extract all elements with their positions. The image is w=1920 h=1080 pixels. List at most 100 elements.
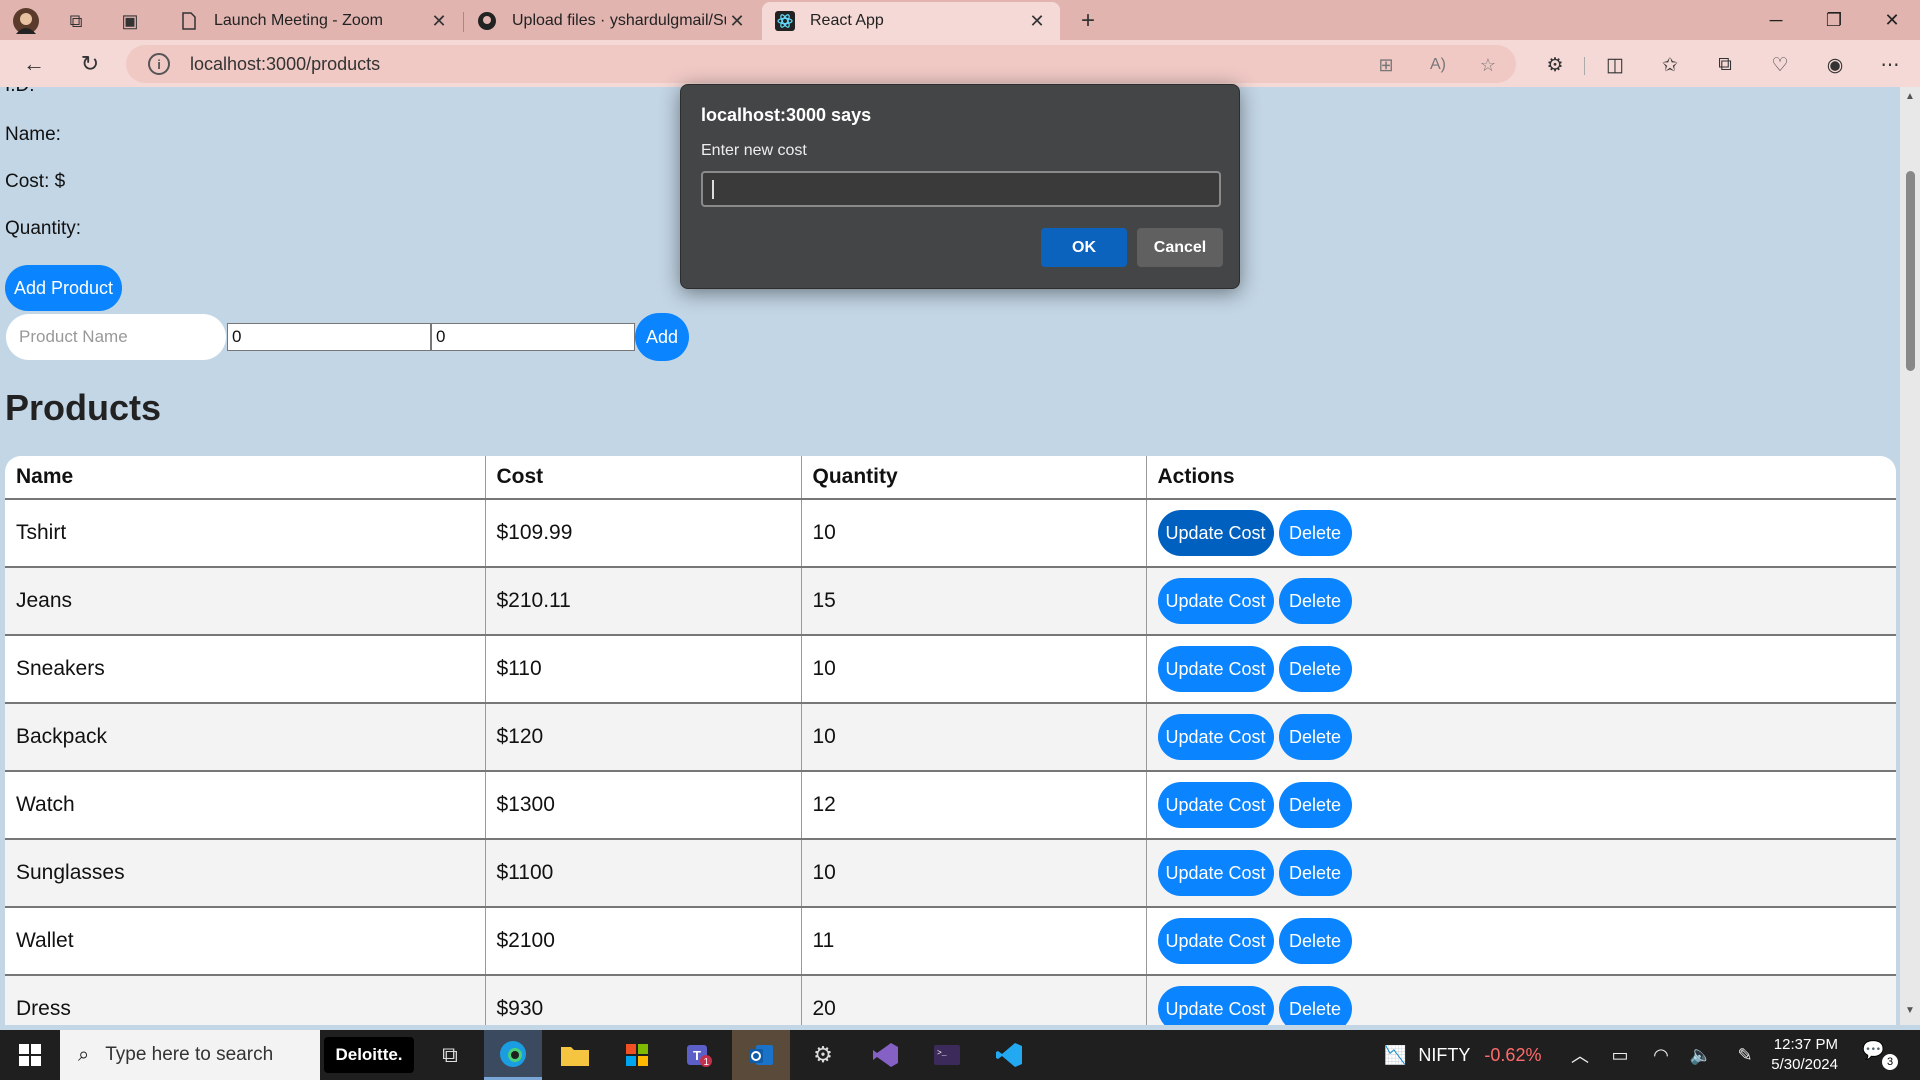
product-name-cell: Wallet	[5, 907, 486, 976]
close-icon[interactable]: ✕	[1026, 11, 1048, 32]
close-icon[interactable]: ✕	[726, 11, 748, 32]
tab-github[interactable]: Upload files · yshardulgmail/Supr ✕	[464, 2, 760, 40]
more-menu-icon[interactable]: ⋯	[1875, 50, 1905, 80]
tab-actions-icon[interactable]: ▣	[114, 5, 146, 37]
tab-zoom[interactable]: Launch Meeting - Zoom ✕	[166, 2, 462, 40]
delete-button[interactable]: Delete	[1278, 986, 1352, 1025]
scrollbar-thumb[interactable]	[1906, 171, 1915, 371]
product-cost-cell: $1100	[485, 839, 802, 908]
volume-icon[interactable]: 🔈	[1681, 1030, 1721, 1080]
settings-gear-icon[interactable]: ⚙	[794, 1030, 852, 1080]
battery-icon[interactable]: ▭	[1600, 1030, 1640, 1080]
new-cost-input[interactable]	[701, 171, 1221, 207]
split-screen-icon[interactable]: ◫	[1600, 50, 1630, 80]
delete-button[interactable]: Delete	[1278, 578, 1352, 624]
react-icon	[774, 10, 796, 32]
close-icon[interactable]: ✕	[428, 11, 450, 32]
vscode-icon[interactable]	[980, 1030, 1038, 1080]
update-cost-button[interactable]: Update Cost	[1157, 782, 1274, 828]
refresh-icon[interactable]: ↻	[72, 46, 108, 82]
actions-cell: Update Cost Delete	[1146, 567, 1897, 636]
cancel-button[interactable]: Cancel	[1137, 228, 1223, 267]
edge-browser-icon[interactable]	[484, 1030, 542, 1080]
column-header-cost: Cost	[485, 456, 802, 500]
column-header-name: Name	[5, 456, 486, 500]
search-placeholder: Type here to search	[105, 1044, 274, 1065]
tab-react-app[interactable]: React App ✕	[762, 2, 1060, 40]
visual-studio-icon[interactable]	[856, 1030, 914, 1080]
quantity-input[interactable]: 0	[431, 323, 635, 351]
update-cost-button[interactable]: Update Cost	[1157, 918, 1274, 964]
teams-icon[interactable]: T1	[670, 1030, 728, 1080]
table-row: Sunglasses $1100 10 Update Cost Delete	[5, 839, 1896, 908]
delete-button[interactable]: Delete	[1278, 646, 1352, 692]
delete-button[interactable]: Delete	[1278, 850, 1352, 896]
cost-input[interactable]: 0	[227, 323, 431, 351]
info-icon[interactable]: i	[148, 53, 170, 75]
actions-group: Update Cost Delete	[1157, 578, 1897, 624]
microsoft-store-icon[interactable]	[608, 1030, 666, 1080]
read-aloud-icon[interactable]: A)	[1426, 53, 1450, 77]
chevron-up-icon[interactable]: ︿	[1560, 1030, 1600, 1080]
cost-label: Cost: $	[5, 171, 66, 192]
tab-title: React App	[810, 12, 884, 29]
favorites-icon[interactable]: ✩	[1655, 50, 1685, 80]
restore-icon[interactable]: ❐	[1805, 0, 1863, 40]
scroll-up-icon[interactable]: ▲	[1903, 91, 1917, 105]
update-cost-button[interactable]: Update Cost	[1157, 646, 1274, 692]
product-name-cell: Tshirt	[5, 499, 486, 568]
task-view-icon[interactable]: ⧉	[421, 1030, 479, 1080]
update-cost-button[interactable]: Update Cost	[1157, 578, 1274, 624]
product-quantity-cell: 10	[801, 635, 1147, 704]
back-icon[interactable]: ←	[16, 46, 52, 82]
delete-button[interactable]: Delete	[1278, 714, 1352, 760]
minimize-icon[interactable]: ─	[1747, 0, 1805, 40]
notification-icon[interactable]: 💬 3	[1862, 1040, 1898, 1070]
app-available-icon[interactable]: ⊞	[1374, 53, 1398, 77]
deloitte-badge[interactable]: Deloitte.	[324, 1037, 414, 1073]
add-button[interactable]: Add	[635, 313, 689, 361]
scroll-down-icon[interactable]: ▼	[1903, 1005, 1917, 1019]
ok-button[interactable]: OK	[1041, 228, 1127, 267]
product-quantity-cell: 10	[801, 703, 1147, 772]
add-product-button[interactable]: Add Product	[5, 265, 122, 311]
table-row: Sneakers $110 10 Update Cost Delete	[5, 635, 1896, 704]
window-close-icon[interactable]: ✕	[1863, 0, 1920, 40]
prompt-dialog: localhost:3000 says Enter new cost OK Ca…	[680, 84, 1240, 289]
taskbar-search-box[interactable]: ⌕ Type here to search	[60, 1030, 320, 1080]
dialog-message: Enter new cost	[701, 142, 807, 159]
actions-cell: Update Cost Delete	[1146, 771, 1896, 840]
delete-button[interactable]: Delete	[1278, 782, 1352, 828]
delete-button[interactable]: Delete	[1278, 918, 1352, 964]
edge-copilot-icon[interactable]: ◉	[1820, 50, 1850, 80]
favorite-star-icon[interactable]: ☆	[1476, 53, 1500, 77]
windows-start-icon[interactable]	[0, 1030, 60, 1080]
collections-icon[interactable]: ⧉	[1710, 50, 1740, 80]
clock[interactable]: 12:37 PM 5/30/2024	[1762, 1035, 1838, 1075]
url-text: localhost:3000/products	[190, 53, 381, 74]
new-tab-icon[interactable]: +	[1072, 5, 1104, 37]
workspaces-icon[interactable]: ⧉	[60, 5, 92, 37]
update-cost-button[interactable]: Update Cost	[1157, 714, 1274, 760]
product-quantity-cell: 11	[801, 907, 1147, 976]
update-cost-button[interactable]: Update Cost	[1157, 850, 1274, 896]
file-explorer-icon[interactable]	[546, 1030, 604, 1080]
wifi-icon[interactable]: ◠	[1641, 1030, 1681, 1080]
profile-avatar-icon[interactable]	[10, 5, 42, 37]
product-cost-cell: $2100	[485, 907, 802, 976]
pen-icon[interactable]: ✎	[1725, 1030, 1765, 1080]
extensions-icon[interactable]: ⚙	[1540, 50, 1570, 80]
stock-ticker[interactable]: 📉 NIFTY -0.62%	[1384, 1030, 1541, 1080]
update-cost-button[interactable]: Update Cost	[1157, 510, 1274, 556]
update-cost-button[interactable]: Update Cost	[1157, 986, 1274, 1025]
outlook-icon[interactable]	[732, 1030, 790, 1080]
terminal-icon[interactable]: >_	[918, 1030, 976, 1080]
product-name-input[interactable]: Product Name	[6, 314, 226, 360]
product-cost-cell: $110	[485, 635, 802, 704]
address-bar[interactable]: i localhost:3000/products ⊞ A) ☆	[126, 45, 1516, 83]
performance-icon[interactable]: ♡	[1765, 50, 1795, 80]
table-row: Wallet $2100 11 Update Cost Delete	[5, 907, 1896, 976]
clock-time: 12:37 PM	[1773, 1036, 1838, 1053]
delete-button[interactable]: Delete	[1278, 510, 1352, 556]
page-scrollbar[interactable]: ▲ ▼	[1900, 87, 1920, 1025]
